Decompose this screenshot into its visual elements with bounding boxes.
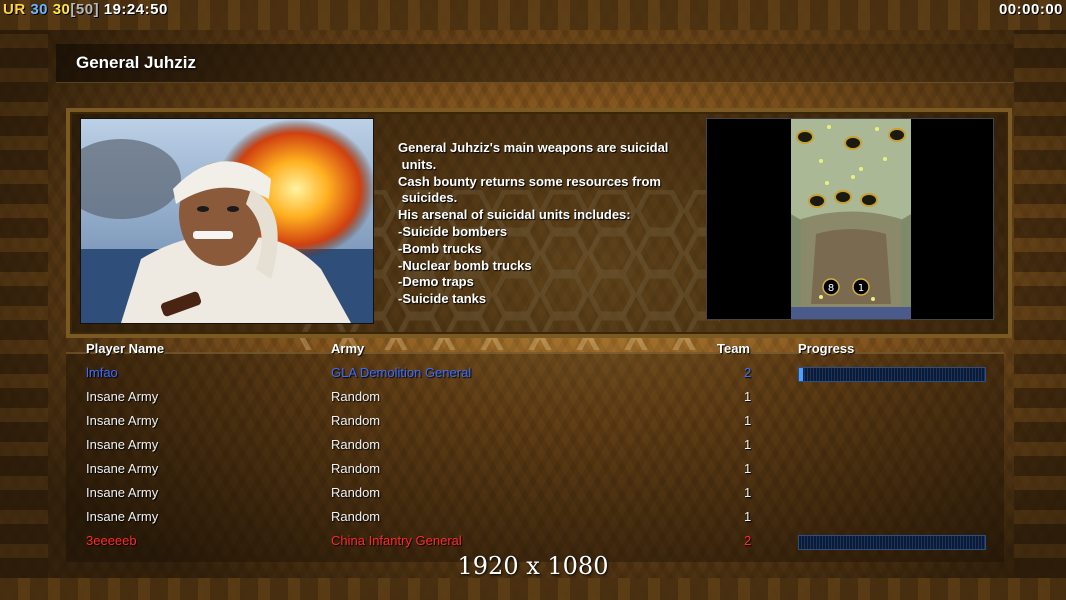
player-team: 1 <box>744 437 752 452</box>
player-team: 1 <box>744 389 752 404</box>
map-start-marker: 8 <box>828 283 834 294</box>
table-row: Insane Army Random 1 <box>0 385 1066 409</box>
map-image: 8 1 <box>791 119 911 319</box>
player-name: Insane Army <box>86 509 159 524</box>
player-team: 2 <box>744 365 752 380</box>
player-name: Insane Army <box>86 461 159 476</box>
player-army: Random <box>331 437 381 452</box>
table-row: 3eeeeeb China Infantry General 2 <box>0 529 1066 553</box>
general-info-panel: General Juhziz's main weapons are suicid… <box>66 108 1012 338</box>
player-name: Insane Army <box>86 485 159 500</box>
general-portrait <box>80 118 374 324</box>
hud-value-2: 30 <box>52 1 71 18</box>
player-team: 1 <box>744 485 752 500</box>
player-team: 1 <box>744 461 752 476</box>
header-team: Team <box>717 341 750 356</box>
table-row: Insane Army Random 1 <box>0 433 1066 457</box>
table-row: Insane Army Random 1 <box>0 481 1066 505</box>
bottom-frame <box>0 578 1066 600</box>
player-army: China Infantry General <box>331 533 462 548</box>
player-army: GLA Demolition General <box>331 365 472 380</box>
table-row: Insane Army Random 1 <box>0 457 1066 481</box>
portrait-image <box>81 119 373 323</box>
hud-stats: UR 30 30[50] 19:24:50 <box>3 1 168 18</box>
header-progress: Progress <box>798 341 855 356</box>
player-team: 1 <box>744 413 752 428</box>
player-name: lmfao <box>86 365 118 380</box>
progress-bar <box>798 535 986 550</box>
player-army: Random <box>331 509 381 524</box>
title-bar: General Juhziz <box>56 44 1014 83</box>
hud-value-1: 30 <box>30 1 49 18</box>
hud-timer: 00:00:00 <box>998 1 1063 18</box>
player-team: 1 <box>744 509 752 524</box>
progress-fill <box>799 368 803 381</box>
player-name: Insane Army <box>86 413 159 428</box>
player-name: Insane Army <box>86 437 159 452</box>
general-title: General Juhziz <box>76 53 196 72</box>
player-team: 2 <box>744 533 752 548</box>
hud-clock: 19:24:50 <box>103 1 168 18</box>
map-start-marker: 1 <box>858 283 864 294</box>
player-army: Random <box>331 461 381 476</box>
hud-ur-label: UR <box>3 1 26 18</box>
map-preview: 8 1 <box>706 118 994 320</box>
resolution-label: 1920 x 1080 <box>457 552 609 580</box>
table-row: lmfao GLA Demolition General 2 <box>0 361 1066 385</box>
hud-bracket-value: [50] <box>70 1 100 18</box>
progress-bar <box>798 367 986 382</box>
header-army: Army <box>331 341 365 356</box>
table-row: Insane Army Random 1 <box>0 505 1066 529</box>
player-army: Random <box>331 485 381 500</box>
table-row: Insane Army Random 1 <box>0 409 1066 433</box>
player-name: 3eeeeeb <box>86 533 137 548</box>
player-army: Random <box>331 413 381 428</box>
header-player-name: Player Name <box>86 341 165 356</box>
player-army: Random <box>331 389 381 404</box>
general-description: General Juhziz's main weapons are suicid… <box>398 140 669 307</box>
player-name: Insane Army <box>86 389 159 404</box>
